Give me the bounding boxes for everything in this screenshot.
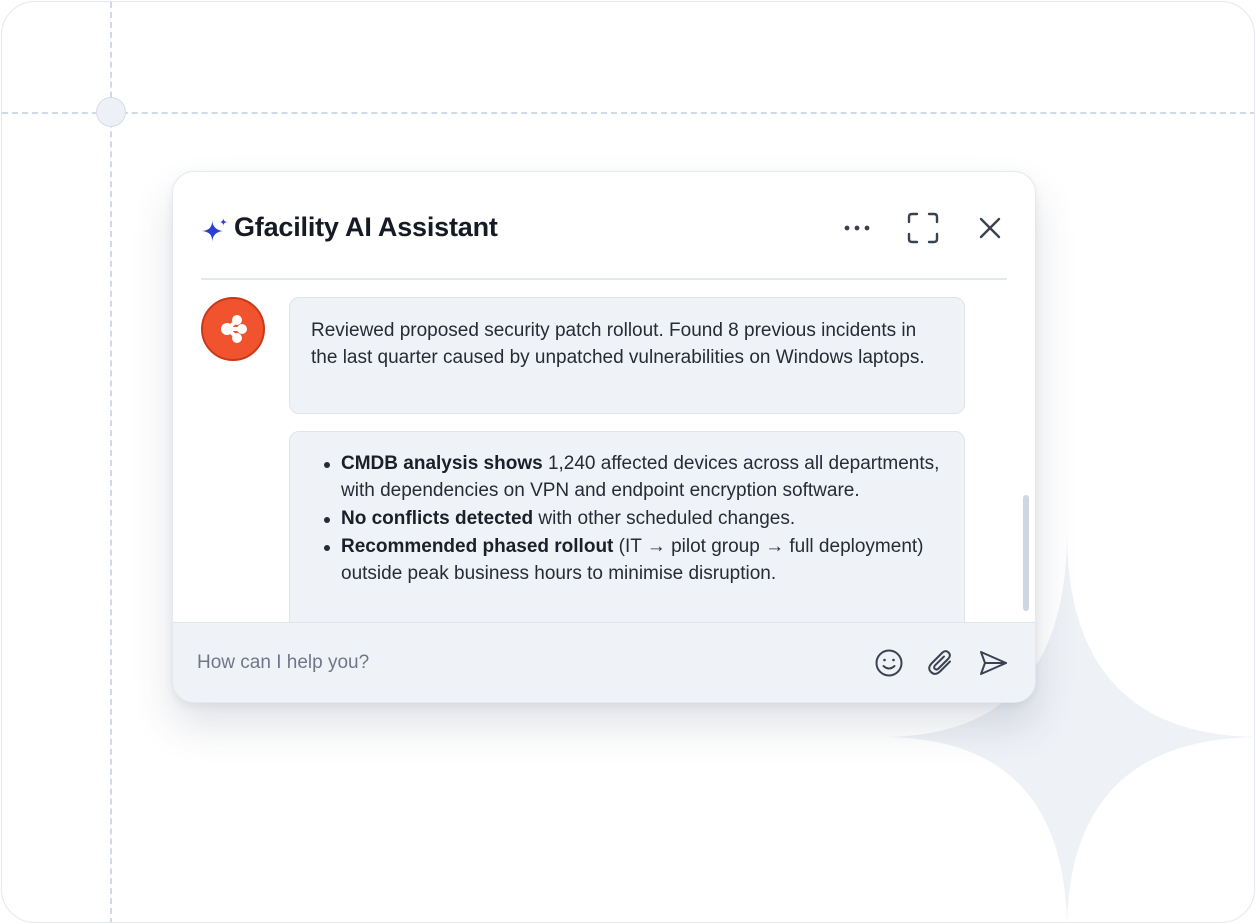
message-list[interactable]: Reviewed proposed security patch rollout… — [173, 280, 1035, 622]
send-button[interactable] — [975, 645, 1011, 681]
message-scrollbar[interactable] — [1023, 495, 1029, 611]
expand-button[interactable] — [903, 208, 943, 248]
send-icon — [980, 651, 1007, 675]
bullet-text: with other scheduled changes. — [533, 508, 796, 529]
vertical-guide-line — [110, 2, 112, 922]
close-icon — [979, 217, 1001, 239]
ellipsis-icon — [844, 225, 870, 231]
smiley-icon — [875, 649, 903, 677]
list-item: CMDB analysis shows 1,240 affected devic… — [311, 450, 944, 504]
sparkle-icon — [202, 218, 227, 242]
assistant-avatar — [201, 297, 265, 361]
assistant-chat-window: Gfacility AI Assistant Reviewed proposed… — [172, 171, 1036, 703]
guide-intersection-dot — [96, 97, 126, 127]
horizontal-guide-line — [2, 112, 1254, 114]
list-item: Recommended phased rollout (IT → pilot g… — [311, 533, 944, 587]
bullet-heading: No conflicts detected — [341, 508, 534, 529]
bullet-heading: CMDB analysis shows — [341, 453, 543, 474]
expand-icon — [907, 212, 939, 244]
message-input[interactable] — [197, 643, 857, 683]
assistant-title: Gfacility AI Assistant — [234, 212, 498, 242]
chat-header: Gfacility AI Assistant — [173, 172, 1035, 280]
emoji-button[interactable] — [871, 645, 907, 681]
bullet-heading: Recommended phased rollout — [341, 536, 614, 557]
list-item: No conflicts detected with other schedul… — [311, 505, 944, 532]
close-button[interactable] — [970, 208, 1010, 248]
more-options-button[interactable] — [837, 208, 877, 248]
findings-list: CMDB analysis shows 1,240 affected devic… — [311, 450, 944, 587]
attach-file-button[interactable] — [923, 645, 959, 681]
assistant-message-bubble: Reviewed proposed security patch rollout… — [289, 297, 965, 414]
message-composer — [173, 622, 1035, 702]
paperclip-icon — [928, 650, 951, 675]
share-nodes-icon — [221, 315, 247, 343]
message-text: Reviewed proposed security patch rollout… — [311, 320, 925, 368]
assistant-message-bubble: CMDB analysis shows 1,240 affected devic… — [289, 431, 965, 622]
